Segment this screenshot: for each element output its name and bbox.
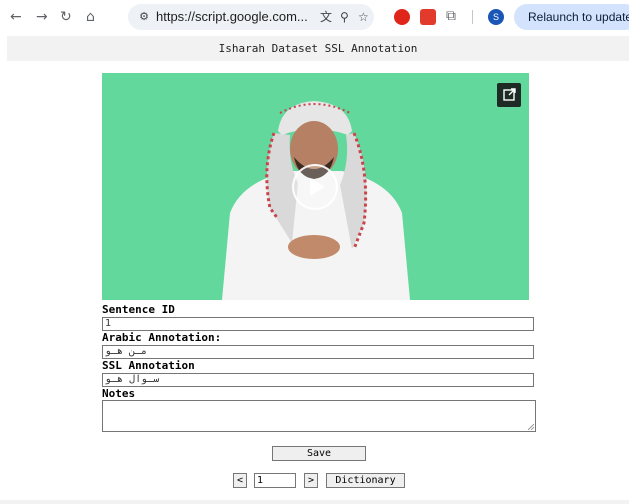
notes-textarea[interactable] [102,400,536,432]
arabic-annotation-input[interactable]: مـن هـو [102,345,534,359]
video-player[interactable] [102,73,529,300]
bookmark-star-icon[interactable]: ☆ [358,9,369,25]
page-header: Isharah Dataset SSL Annotation [7,36,629,61]
extension-app-icon[interactable] [420,9,436,25]
open-external-icon[interactable] [497,83,521,107]
back-icon[interactable]: ← [10,8,22,26]
page-number-input[interactable]: 1 [254,473,296,488]
arabic-annotation-label: Arabic Annotation: [102,331,222,344]
resize-handle-icon[interactable] [528,424,534,430]
address-bar[interactable]: ⚙ https://script.google.com... 文 ⚲ ☆ [128,4,374,30]
save-button[interactable]: Save [272,446,366,461]
extension-red-icon[interactable] [394,9,410,25]
next-button[interactable]: > [304,473,318,488]
zoom-icon[interactable]: ⚲ [340,9,349,25]
relaunch-button[interactable]: Relaunch to update [514,4,629,30]
home-icon[interactable]: ⌂ [86,8,95,26]
notes-label: Notes [102,387,136,400]
translate-icon[interactable]: 文 [320,9,332,25]
dictionary-button[interactable]: Dictionary [326,473,405,488]
play-icon[interactable] [292,164,338,210]
site-info-icon[interactable]: ⚙ [136,9,152,25]
sentence-id-input[interactable]: 1 [102,317,534,331]
url-text: https://script.google.com... [156,9,308,24]
toolbar-divider [472,10,473,24]
page-title: Isharah Dataset SSL Annotation [218,42,418,55]
browser-toolbar: ← → ↻ ⌂ ⚙ https://script.google.com... 文… [0,0,629,34]
profile-avatar[interactable]: S [488,9,504,25]
extension-icon[interactable]: ⧉ [446,7,456,25]
ssl-annotation-input[interactable]: سـوال هـو [102,373,534,387]
forward-icon[interactable]: → [36,8,48,26]
page-footer [0,500,629,504]
sentence-id-label: Sentence ID [102,303,175,316]
reload-icon[interactable]: ↻ [60,8,72,26]
previous-button[interactable]: < [233,473,247,488]
ssl-annotation-label: SSL Annotation [102,359,195,372]
